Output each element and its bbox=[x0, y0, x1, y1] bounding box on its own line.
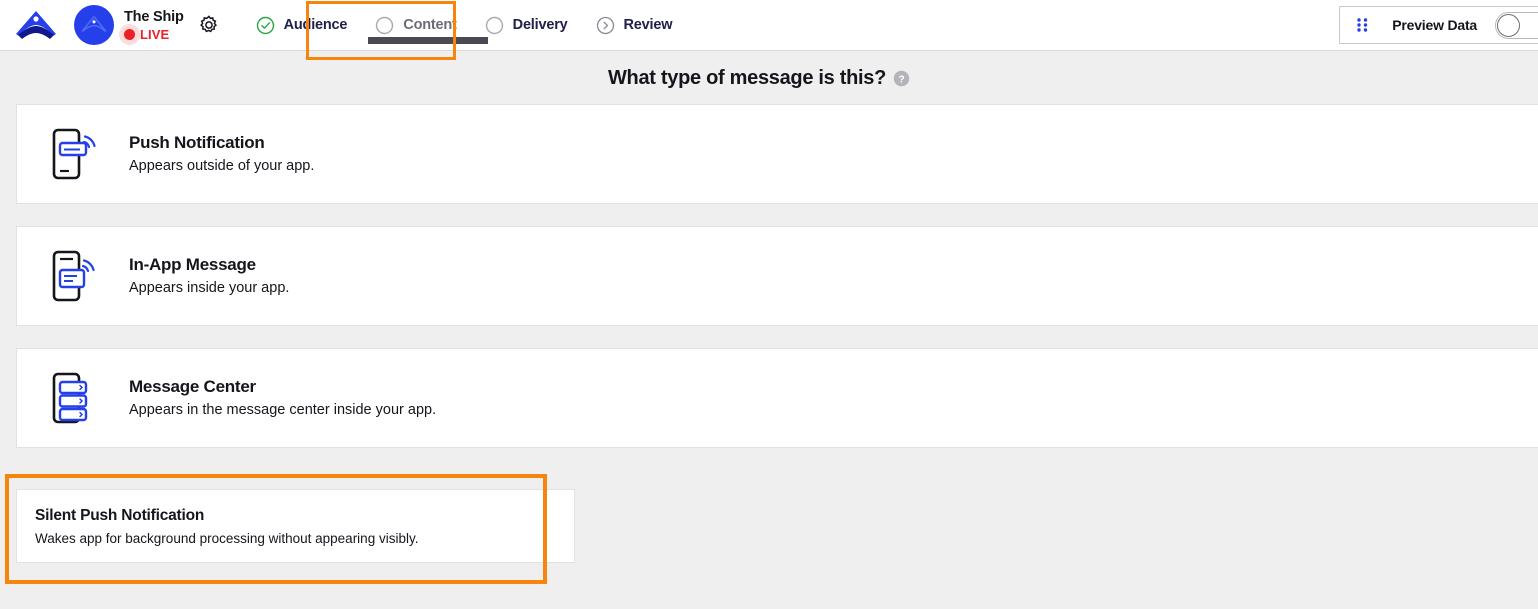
project-avatar-icon bbox=[81, 15, 107, 32]
tab-content-label: Content bbox=[403, 17, 457, 33]
option-subtitle: Wakes app for background processing with… bbox=[35, 531, 419, 546]
project-name: The Ship bbox=[124, 8, 184, 25]
chevron-right-circle-icon bbox=[596, 16, 614, 34]
page-title-row: What type of message is this? ? bbox=[0, 51, 1538, 90]
option-subtitle: Appears inside your app. bbox=[129, 279, 290, 296]
phone-in-app-icon bbox=[52, 250, 95, 302]
option-subtitle: Appears in the message center inside you… bbox=[129, 401, 437, 418]
option-title: In-App Message bbox=[129, 254, 256, 274]
phone-push-icon bbox=[52, 128, 96, 180]
option-title: Message Center bbox=[129, 376, 256, 396]
preview-data-control[interactable]: Preview Data bbox=[1339, 6, 1538, 44]
project-avatar[interactable] bbox=[74, 5, 114, 45]
svg-text:?: ? bbox=[898, 74, 904, 85]
empty-circle-icon bbox=[485, 16, 503, 34]
tab-review-label: Review bbox=[623, 17, 673, 33]
option-card-in-app-message[interactable]: In-App Message Appears inside your app. bbox=[16, 226, 1538, 326]
option-title: Silent Push Notification bbox=[35, 507, 205, 524]
toggle-knob bbox=[1497, 13, 1520, 37]
tab-review[interactable]: Review bbox=[582, 0, 687, 51]
page-title: What type of message is this? bbox=[607, 67, 887, 89]
message-type-list: Push Notification Appears outside of you… bbox=[0, 104, 1538, 609]
option-card-silent-push-notification[interactable]: Silent Push Notification Wakes app for b… bbox=[16, 489, 575, 563]
option-card-text: Message Center Appears in the message ce… bbox=[129, 376, 436, 421]
gear-icon[interactable] bbox=[198, 14, 220, 36]
option-card-text: Push Notification Appears outside of you… bbox=[129, 132, 314, 177]
tab-delivery[interactable]: Delivery bbox=[471, 0, 582, 51]
option-subtitle: Appears outside of your app. bbox=[129, 157, 315, 174]
grid-dots-icon bbox=[1357, 18, 1368, 32]
preview-data-label: Preview Data bbox=[1392, 17, 1477, 33]
airship-logo-icon[interactable] bbox=[14, 8, 58, 42]
preview-data-toggle[interactable] bbox=[1495, 11, 1538, 39]
tab-audience[interactable]: Audience bbox=[242, 0, 362, 51]
silent-push-section: Silent Push Notification Wakes app for b… bbox=[0, 470, 1538, 609]
option-title: Push Notification bbox=[129, 132, 265, 152]
tab-delivery-label: Delivery bbox=[512, 17, 568, 33]
option-card-push-notification[interactable]: Push Notification Appears outside of you… bbox=[16, 104, 1538, 204]
check-circle-icon bbox=[256, 16, 274, 34]
project-info: The Ship LIVE bbox=[119, 8, 184, 45]
tab-content[interactable]: Content bbox=[361, 0, 489, 51]
main-content: What type of message is this? ? Push Not… bbox=[0, 51, 1538, 609]
option-card-text: In-App Message Appears inside your app. bbox=[129, 254, 289, 299]
wizard-tabs: Audience Content Delivery Review bbox=[242, 0, 687, 51]
status-badge: LIVE bbox=[140, 26, 170, 42]
tab-audience-label: Audience bbox=[283, 17, 348, 33]
project-status: LIVE bbox=[119, 23, 184, 45]
empty-circle-icon bbox=[376, 16, 394, 34]
option-card-message-center[interactable]: Message Center Appears in the message ce… bbox=[16, 348, 1538, 448]
phone-message-center-icon bbox=[52, 372, 88, 424]
live-dot-icon bbox=[119, 23, 140, 45]
app-header: The Ship LIVE Audience Content Delivery … bbox=[0, 0, 1538, 60]
help-circle-icon[interactable]: ? bbox=[893, 70, 910, 87]
